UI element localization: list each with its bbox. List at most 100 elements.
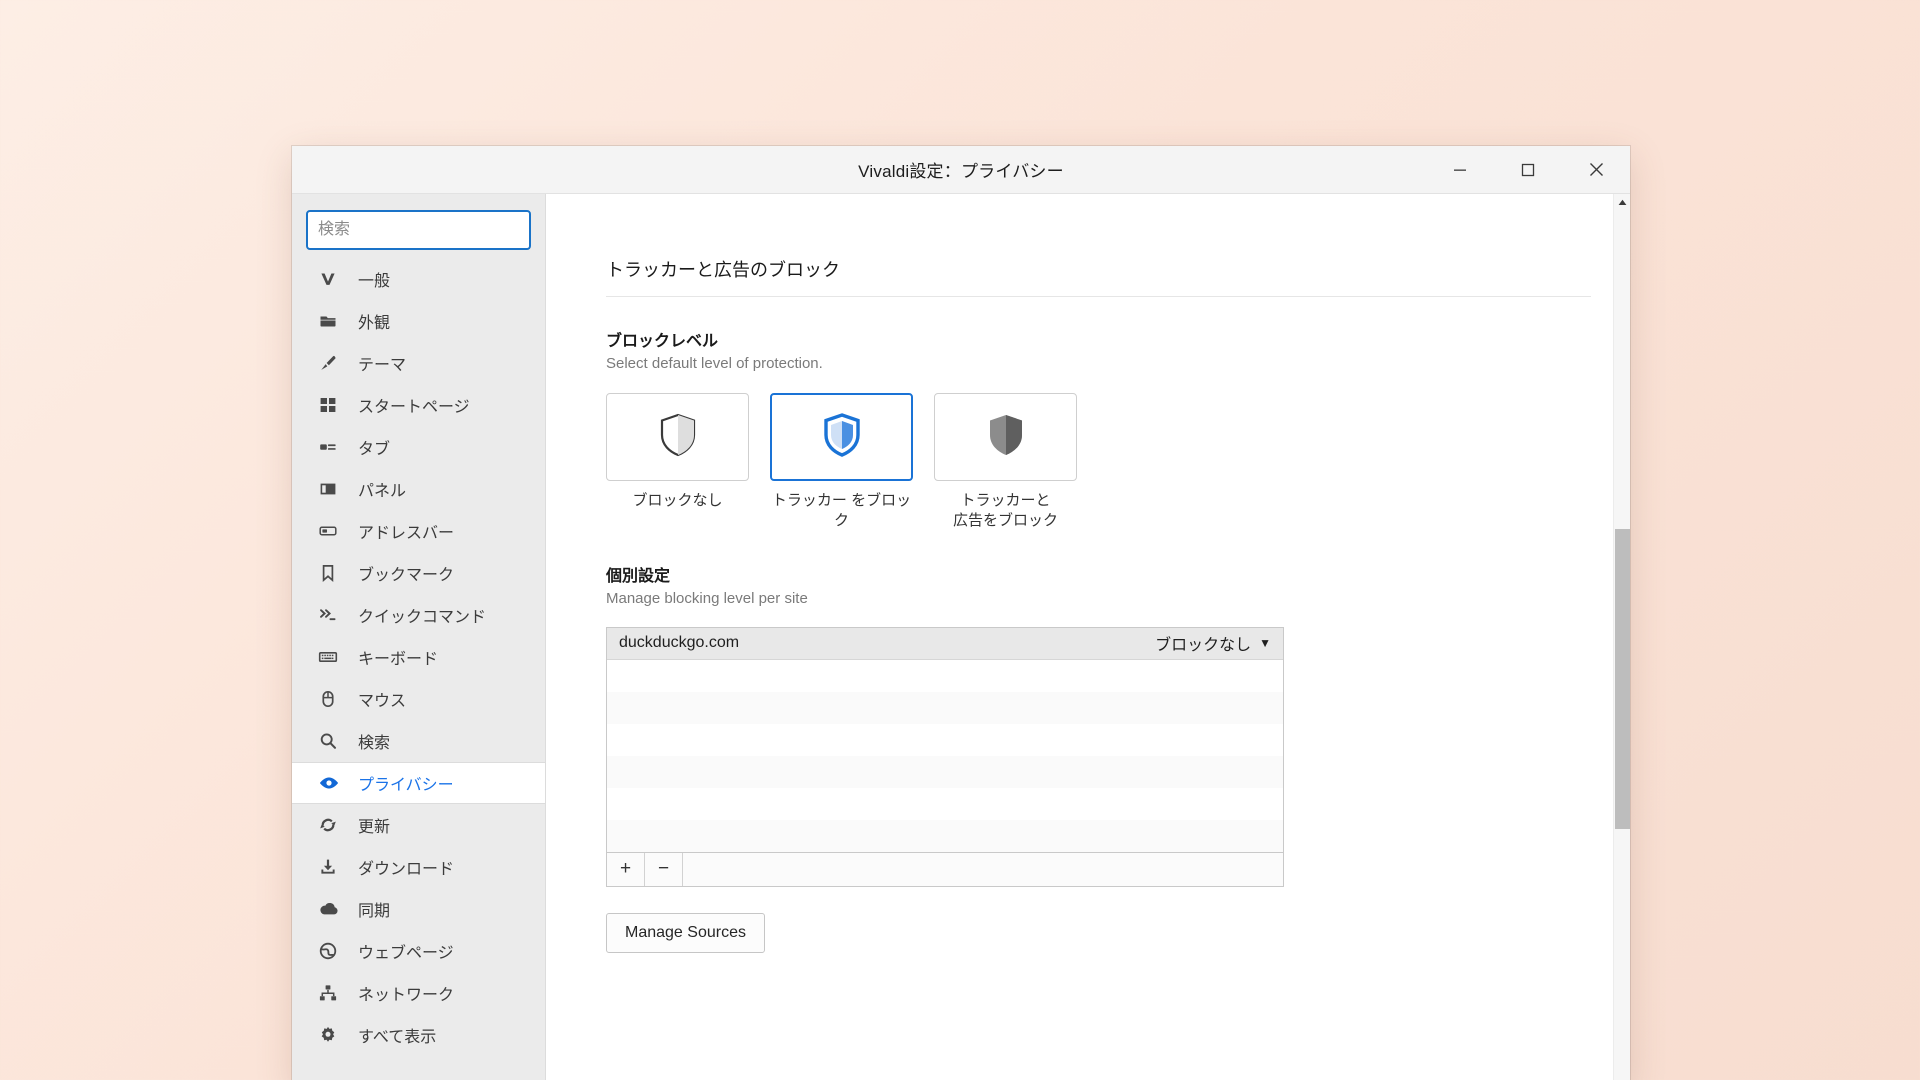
cloud-icon bbox=[318, 898, 344, 920]
shield-dark-icon bbox=[985, 412, 1027, 463]
block-level-card[interactable] bbox=[934, 393, 1077, 481]
minimize-button[interactable] bbox=[1426, 146, 1494, 193]
settings-sidebar: 一般外観テーマスタートページタブパネルアドレスバーブックマーククイックコマンドキ… bbox=[292, 194, 546, 1080]
sidebar-item-7[interactable]: アドレスバー bbox=[292, 510, 545, 552]
block-level-label: ブロックなし bbox=[606, 491, 749, 511]
sidebar-item-label: 外観 bbox=[358, 309, 390, 333]
grid-icon bbox=[318, 394, 344, 416]
page-title: トラッカーと広告のブロック bbox=[606, 256, 1591, 297]
block-level-card[interactable] bbox=[606, 393, 749, 481]
site-list: duckduckgo.comブロックなし▼ + − bbox=[606, 627, 1284, 887]
keyboard-icon bbox=[318, 646, 344, 668]
block-level-option-1[interactable]: ブロックなし bbox=[606, 393, 749, 532]
site-list-row[interactable]: duckduckgo.comブロックなし▼ bbox=[607, 628, 1283, 660]
sidebar-item-2[interactable]: 外観 bbox=[292, 300, 545, 342]
sidebar-item-10[interactable]: キーボード bbox=[292, 636, 545, 678]
site-level-dropdown[interactable]: ブロックなし▼ bbox=[1155, 631, 1271, 655]
folder-icon bbox=[318, 310, 344, 332]
chevron-up-icon bbox=[1618, 199, 1627, 206]
sidebar-item-label: 同期 bbox=[358, 897, 390, 921]
sidebar-item-label: 検索 bbox=[358, 729, 390, 753]
site-list-toolbar: + − bbox=[607, 852, 1283, 886]
block-level-subtitle: Select default level of protection. bbox=[606, 355, 1613, 372]
sidebar-item-17[interactable]: ウェブページ bbox=[292, 930, 545, 972]
per-site-heading: 個別設定 bbox=[606, 562, 1613, 586]
sidebar-item-1[interactable]: 一般 bbox=[292, 258, 545, 300]
sidebar-item-3[interactable]: テーマ bbox=[292, 342, 545, 384]
sidebar-item-13[interactable]: プライバシー bbox=[292, 762, 545, 804]
sidebar-item-18[interactable]: ネットワーク bbox=[292, 972, 545, 1014]
block-level-label: トラッカー をブロック bbox=[770, 491, 913, 532]
sidebar-item-14[interactable]: 更新 bbox=[292, 804, 545, 846]
sidebar-item-label: アドレスバー bbox=[358, 519, 454, 543]
search-field-wrapper bbox=[292, 210, 545, 258]
sidebar-item-5[interactable]: タブ bbox=[292, 426, 545, 468]
sidebar-item-4[interactable]: スタートページ bbox=[292, 384, 545, 426]
maximize-button[interactable] bbox=[1494, 146, 1562, 193]
site-list-empty-row[interactable] bbox=[607, 724, 1283, 756]
refresh-icon bbox=[318, 814, 344, 836]
sidebar-item-label: テーマ bbox=[358, 351, 406, 375]
sidebar-item-6[interactable]: パネル bbox=[292, 468, 545, 510]
sidebar-item-label: すべて表示 bbox=[358, 1023, 436, 1047]
sidebar-item-11[interactable]: マウス bbox=[292, 678, 545, 720]
close-button[interactable] bbox=[1562, 146, 1630, 193]
panel-icon bbox=[318, 478, 344, 500]
scroll-up-button[interactable] bbox=[1614, 194, 1630, 211]
site-list-empty-row[interactable] bbox=[607, 756, 1283, 788]
tabs-icon bbox=[318, 436, 344, 458]
block-level-label: トラッカーと 広告をブロック bbox=[934, 491, 1077, 532]
minimize-icon bbox=[1453, 163, 1467, 177]
manage-sources-button[interactable]: Manage Sources bbox=[606, 913, 765, 953]
sidebar-item-label: ウェブページ bbox=[358, 939, 454, 963]
sidebar-item-19[interactable]: すべて表示 bbox=[292, 1014, 545, 1056]
vivaldi-v-icon bbox=[318, 268, 344, 290]
sidebar-item-12[interactable]: 検索 bbox=[292, 720, 545, 762]
remove-site-button[interactable]: − bbox=[645, 853, 683, 886]
window-controls bbox=[1426, 146, 1630, 193]
block-level-option-2[interactable]: トラッカー をブロック bbox=[770, 393, 913, 532]
sidebar-nav-list: 一般外観テーマスタートページタブパネルアドレスバーブックマーククイックコマンドキ… bbox=[292, 258, 545, 1056]
site-list-empty-row[interactable] bbox=[607, 660, 1283, 692]
sidebar-item-9[interactable]: クイックコマンド bbox=[292, 594, 545, 636]
shield-outline-icon bbox=[657, 412, 699, 463]
sidebar-item-16[interactable]: 同期 bbox=[292, 888, 545, 930]
sidebar-item-label: キーボード bbox=[358, 645, 438, 669]
block-level-card[interactable] bbox=[770, 393, 913, 481]
per-site-group: 個別設定 Manage blocking level per site duck… bbox=[606, 562, 1613, 953]
block-level-group: ブロックレベル Select default level of protecti… bbox=[606, 327, 1613, 532]
shield-blue-icon bbox=[821, 412, 863, 463]
toolbar-filler bbox=[683, 853, 1283, 886]
sidebar-item-15[interactable]: ダウンロード bbox=[292, 846, 545, 888]
block-level-option-3[interactable]: トラッカーと 広告をブロック bbox=[934, 393, 1077, 532]
download-icon bbox=[318, 856, 344, 878]
search-input[interactable] bbox=[306, 210, 531, 250]
search-icon bbox=[318, 730, 344, 752]
site-list-empty-row[interactable] bbox=[607, 788, 1283, 820]
site-list-empty-row[interactable] bbox=[607, 820, 1283, 852]
site-rows: duckduckgo.comブロックなし▼ bbox=[607, 628, 1283, 852]
addressbar-icon bbox=[318, 520, 344, 542]
sidebar-item-label: パネル bbox=[358, 477, 406, 501]
site-list-empty-row[interactable] bbox=[607, 692, 1283, 724]
sidebar-item-label: ブックマーク bbox=[358, 561, 454, 585]
add-site-button[interactable]: + bbox=[607, 853, 645, 886]
chevron-down-icon: ▼ bbox=[1259, 636, 1271, 650]
vertical-scrollbar[interactable] bbox=[1613, 194, 1630, 1080]
scrollbar-thumb[interactable] bbox=[1615, 529, 1630, 829]
content-area: トラッカーと広告のブロック ブロックレベル Select default lev… bbox=[546, 194, 1613, 1080]
sidebar-item-label: ダウンロード bbox=[358, 855, 454, 879]
sidebar-item-8[interactable]: ブックマーク bbox=[292, 552, 545, 594]
network-icon bbox=[318, 982, 344, 1004]
block-level-heading: ブロックレベル bbox=[606, 327, 1613, 351]
mouse-icon bbox=[318, 688, 344, 710]
title-bar: Vivaldi設定：プライバシー bbox=[292, 146, 1630, 194]
globe-icon bbox=[318, 940, 344, 962]
maximize-icon bbox=[1521, 163, 1535, 177]
block-level-options: ブロックなし トラッカー をブロックトラッカーと 広告をブロック bbox=[606, 393, 1613, 532]
sidebar-item-label: 更新 bbox=[358, 813, 390, 837]
sidebar-item-label: 一般 bbox=[358, 267, 390, 291]
window-body: 一般外観テーマスタートページタブパネルアドレスバーブックマーククイックコマンドキ… bbox=[292, 194, 1630, 1080]
close-icon bbox=[1589, 162, 1604, 177]
sidebar-item-label: ネットワーク bbox=[358, 981, 454, 1005]
